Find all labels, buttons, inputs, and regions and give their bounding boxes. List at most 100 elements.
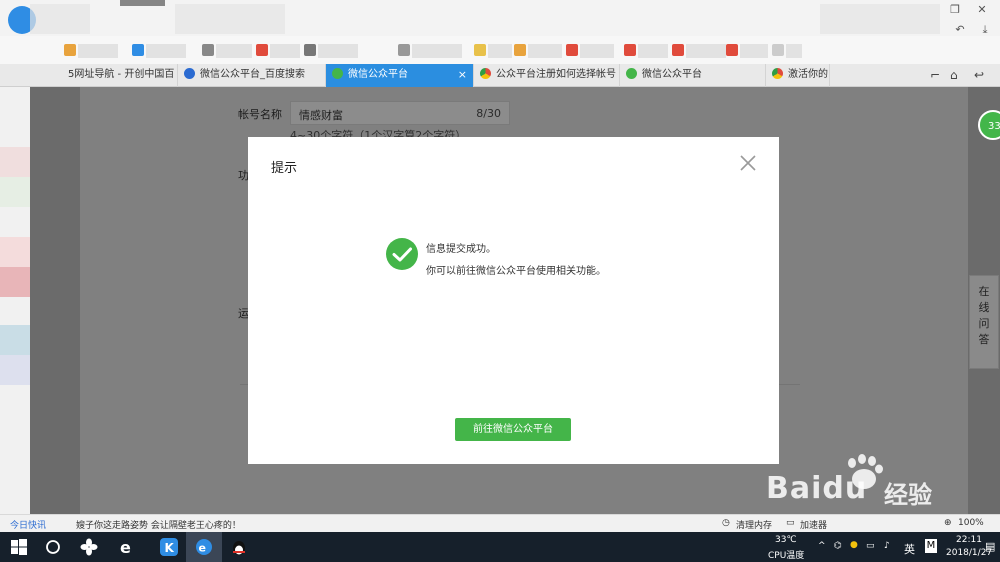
account-name-label: 帐号名称 xyxy=(238,108,282,121)
bookmark-icon[interactable] xyxy=(514,44,526,56)
bookmark-icon[interactable] xyxy=(398,44,410,56)
tab-nav-site[interactable]: 5网址导航 - 开创中国百 xyxy=(62,64,178,87)
bookmark-item[interactable] xyxy=(412,44,462,58)
tab-activate[interactable]: 激活你的 xyxy=(766,64,830,87)
tab-close-icon[interactable]: × xyxy=(458,64,467,86)
bookmark-icon[interactable] xyxy=(566,44,578,56)
tab-wechat-platform-active[interactable]: 微信公众平台 × xyxy=(326,64,474,87)
windows-start-icon[interactable] xyxy=(10,538,28,556)
side-badge[interactable]: 33 xyxy=(978,110,1000,140)
online-help-label: 在线问答 xyxy=(978,285,990,346)
tab-bar: 5网址导航 - 开创中国百 微信公众平台_百度搜索 微信公众平台 × 公众平台注… xyxy=(0,64,1000,87)
bookmark-item[interactable] xyxy=(318,44,358,58)
sidebar-block xyxy=(0,177,30,207)
account-name-input[interactable]: 情感财富 8/30 xyxy=(290,101,510,125)
volume-icon[interactable]: ♪ xyxy=(884,541,890,551)
sidebar-strip xyxy=(0,87,30,514)
fan-app-icon[interactable] xyxy=(80,538,98,556)
windows-taskbar: e K e 33℃ CPU温度 ^ ⌬ ● ▭ ♪ 英 M 22:11 2018… xyxy=(0,532,1000,562)
watermark-brand: Baidu xyxy=(766,471,868,506)
ie-browser-icon[interactable]: e xyxy=(118,538,136,556)
bookmark-item[interactable] xyxy=(580,44,614,58)
ime-mode[interactable]: M xyxy=(925,539,937,553)
svg-text:e: e xyxy=(199,542,206,555)
news-label[interactable]: 今日快讯 xyxy=(10,518,46,531)
browser-statusbar: 今日快讯 嫂子你这走路姿势 会让隔壁老王心疼的！ ◷ 清理内存 ▭ 加速器 ⊕ … xyxy=(0,514,1000,532)
network-icon[interactable]: ⌬ xyxy=(834,541,842,551)
dialog-title: 提示 xyxy=(271,161,298,176)
clear-memory-icon[interactable]: ◷ xyxy=(722,518,730,528)
bookmark-icon[interactable] xyxy=(726,44,738,56)
blurred-region xyxy=(120,0,165,6)
bookmark-icon[interactable] xyxy=(202,44,214,56)
speedup-button[interactable]: 加速器 xyxy=(800,518,827,531)
svg-text:K: K xyxy=(165,541,175,555)
sidebar-block xyxy=(0,325,30,355)
success-dialog: 提示 信息提交成功。 你可以前往微信公众平台使用相关功能。 前往微信公众平台 xyxy=(248,137,779,464)
bookmark-item[interactable] xyxy=(686,44,726,58)
back-icon[interactable]: ↩ xyxy=(974,68,984,82)
bookmark-item[interactable] xyxy=(216,44,252,58)
bookmark-item[interactable] xyxy=(146,44,186,58)
notification-icon[interactable]: ▤ xyxy=(985,540,995,553)
search-circle-icon[interactable] xyxy=(44,538,62,556)
bookmark-bar xyxy=(0,36,1000,64)
bookmark-icon[interactable] xyxy=(672,44,684,56)
close-icon[interactable] xyxy=(738,153,758,173)
home-icon[interactable]: ⌂ xyxy=(950,68,958,82)
ime-language[interactable]: 英 xyxy=(904,541,915,557)
browser-titlebar: ❐ ✕ ↶ ⤓ xyxy=(0,0,1000,36)
cpu-temperature: 33℃ xyxy=(775,535,797,545)
sidebar-block xyxy=(0,267,30,297)
close-window-icon[interactable]: ✕ xyxy=(972,2,992,18)
bookmark-item[interactable] xyxy=(270,44,300,58)
svg-text:e: e xyxy=(120,538,131,556)
qq-penguin-icon[interactable] xyxy=(230,538,248,556)
bookmark-icon[interactable] xyxy=(474,44,486,56)
sidebar-block xyxy=(0,237,30,267)
browser-taskbar-icon[interactable]: e xyxy=(195,538,213,556)
success-submessage: 你可以前往微信公众平台使用相关功能。 xyxy=(426,266,606,277)
baidu-paw-icon xyxy=(184,68,195,79)
tab-label: 激活你的 xyxy=(788,69,828,80)
security-icon[interactable]: ● xyxy=(850,540,858,550)
news-ticker[interactable]: 嫂子你这走路姿势 会让隔壁老王心疼的！ xyxy=(76,518,241,531)
wechat-icon xyxy=(626,68,637,79)
bookmark-item[interactable] xyxy=(78,44,118,58)
bookmark-item[interactable] xyxy=(638,44,668,58)
cpu-temperature-label: CPU温度 xyxy=(768,551,805,561)
success-message: 信息提交成功。 xyxy=(426,244,496,255)
baidu-watermark: Baidu 经验 xyxy=(766,454,966,511)
bookmark-icon[interactable] xyxy=(772,44,784,56)
online-help-button[interactable]: 在线问答 xyxy=(969,275,999,369)
bookmark-item[interactable] xyxy=(488,44,512,58)
zoom-level[interactable]: 100% xyxy=(958,518,984,528)
bookmark-item[interactable] xyxy=(740,44,768,58)
bookmark-icon[interactable] xyxy=(256,44,268,56)
bookmark-item[interactable] xyxy=(786,44,802,58)
zoom-icon[interactable]: ⊕ xyxy=(944,518,952,528)
char-counter: 8/30 xyxy=(476,107,501,120)
bookmark-item[interactable] xyxy=(528,44,562,58)
chrome-icon xyxy=(480,68,491,79)
battery-icon[interactable]: ▭ xyxy=(866,541,875,551)
bookmark-icon[interactable] xyxy=(64,44,76,56)
tray-expand-icon[interactable]: ^ xyxy=(818,541,826,551)
tab-baidu-search[interactable]: 微信公众平台_百度搜索 xyxy=(178,64,326,87)
speedup-icon[interactable]: ▭ xyxy=(786,518,795,528)
tab-list-icon[interactable]: ⌐ xyxy=(930,68,940,82)
bookmark-icon[interactable] xyxy=(624,44,636,56)
tab-label: 微信公众平台_百度搜索 xyxy=(200,69,305,80)
go-to-platform-button[interactable]: 前往微信公众平台 xyxy=(455,418,571,441)
blurred-region xyxy=(30,4,90,34)
k-app-icon[interactable]: K xyxy=(160,538,178,556)
restore-window-icon[interactable]: ❐ xyxy=(945,2,965,18)
blurred-region xyxy=(175,4,285,34)
bookmark-icon[interactable] xyxy=(132,44,144,56)
tab-wechat-platform-2[interactable]: 微信公众平台 xyxy=(620,64,766,87)
clock-time[interactable]: 22:11 xyxy=(956,535,982,545)
clear-memory-button[interactable]: 清理内存 xyxy=(736,518,772,531)
chrome-icon xyxy=(772,68,783,79)
bookmark-icon[interactable] xyxy=(304,44,316,56)
tab-register-guide[interactable]: 公众平台注册如何选择帐号 xyxy=(474,64,620,87)
